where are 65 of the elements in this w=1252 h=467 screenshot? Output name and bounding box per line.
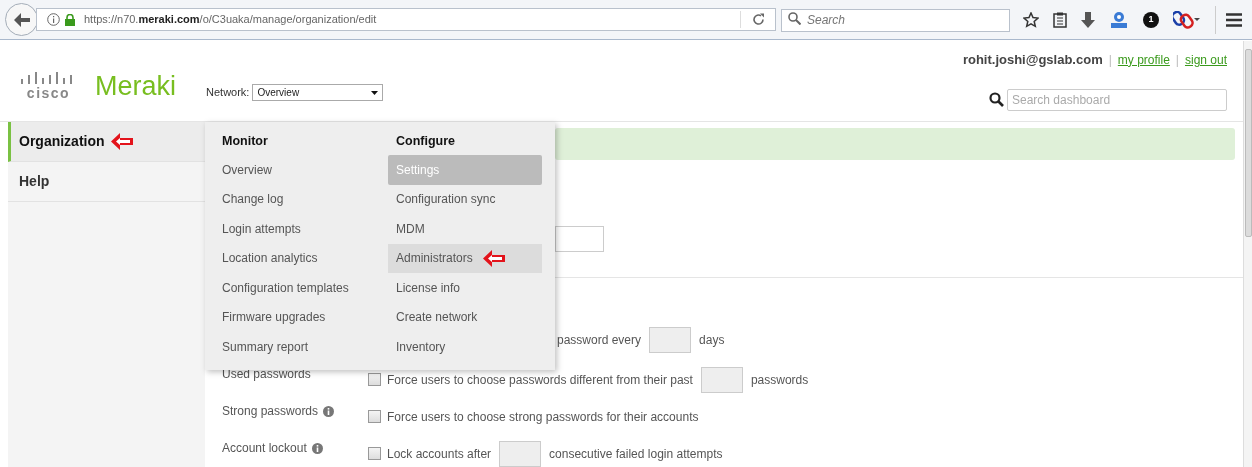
setting-text: days — [699, 332, 725, 349]
info-icon[interactable] — [311, 442, 323, 454]
setting-text: Lock accounts after — [387, 445, 492, 463]
header-link[interactable]: my profile — [1117, 50, 1170, 69]
info-icon[interactable] — [323, 405, 335, 417]
separator: | — [1108, 51, 1112, 69]
setting-label: Strong passwords — [222, 403, 319, 420]
browser-search-field[interactable]: Search — [781, 8, 1010, 32]
checkbox[interactable] — [368, 410, 381, 423]
reload-icon[interactable] — [752, 13, 765, 26]
counter-badge[interactable]: 1 — [1143, 11, 1159, 28]
user-email: rohit.joshi@gslab.com — [962, 51, 1103, 69]
caret-icon — [371, 90, 379, 95]
search-icon — [989, 92, 1004, 107]
number-field[interactable] — [700, 366, 743, 393]
menu-item[interactable]: Summary report — [222, 332, 388, 362]
menu-heading: Configure — [395, 133, 457, 150]
setting-text: passwords — [750, 371, 809, 389]
url-text: https://n70.meraki.com/o/C3uaka/manage/organization/edit — [84, 12, 378, 28]
star-icon[interactable] — [1023, 11, 1039, 28]
network-select[interactable]: Overview — [252, 84, 384, 101]
back-button[interactable] — [5, 3, 38, 36]
setting-text: consecutive failed login attempts — [549, 445, 723, 463]
setting-text: Force users to choose passwords different from their past — [387, 371, 693, 389]
setting-text: Force users to choose strong passwords for their accounts — [387, 408, 699, 426]
setting-label: Used passwords — [222, 366, 311, 383]
menu-heading: Monitor — [222, 133, 269, 150]
separator: | — [1175, 51, 1179, 69]
select-value: Overview — [257, 86, 300, 100]
setting-text: password every — [557, 332, 642, 349]
extension-icon[interactable] — [1109, 10, 1129, 29]
clipboard-icon[interactable] — [1053, 11, 1067, 28]
search-icon — [788, 12, 801, 26]
menu-item[interactable]: Inventory — [388, 332, 542, 362]
menu-item[interactable]: MDM — [388, 214, 542, 244]
cisco-logo: cisco — [20, 72, 77, 101]
chain-link-icon[interactable] — [1173, 10, 1201, 29]
menu-icon[interactable] — [1226, 12, 1242, 27]
menu-item[interactable]: Change log — [222, 184, 388, 214]
menu-item[interactable]: Firmware upgrades — [222, 302, 388, 332]
download-icon[interactable] — [1081, 11, 1095, 28]
number-field[interactable] — [499, 440, 542, 467]
menu-item[interactable]: Overview — [222, 155, 388, 185]
menu-item[interactable]: License info — [388, 273, 542, 303]
dashboard-search-field[interactable]: Search dashboard — [1007, 88, 1227, 111]
menu-item[interactable]: Administrators — [388, 243, 542, 273]
network-label: Network: — [206, 84, 250, 100]
menu-item[interactable]: Login attempts — [222, 214, 388, 244]
lock-icon — [65, 13, 75, 26]
header-link[interactable]: sign out — [1184, 50, 1227, 69]
checkbox[interactable] — [368, 373, 381, 386]
scrollbar[interactable] — [1243, 41, 1252, 467]
brand-name: Meraki — [95, 71, 176, 101]
checkbox[interactable] — [368, 447, 381, 460]
menu-item[interactable]: Configuration templates — [222, 273, 388, 303]
text-field[interactable] — [555, 226, 604, 252]
menu-item[interactable]: Configuration sync — [388, 184, 542, 214]
info-icon[interactable] — [47, 13, 60, 26]
menu-item[interactable]: Create network — [388, 302, 542, 332]
sidebar-item[interactable]: Organization — [8, 122, 205, 162]
menu-item[interactable]: Location analytics — [222, 243, 388, 273]
arrow-left-icon — [13, 12, 30, 27]
number-field[interactable] — [649, 327, 692, 353]
setting-label: Account lockout — [222, 440, 307, 457]
address-bar[interactable]: https://n70.meraki.com/o/C3uaka/manage/organization/edit — [36, 8, 776, 31]
